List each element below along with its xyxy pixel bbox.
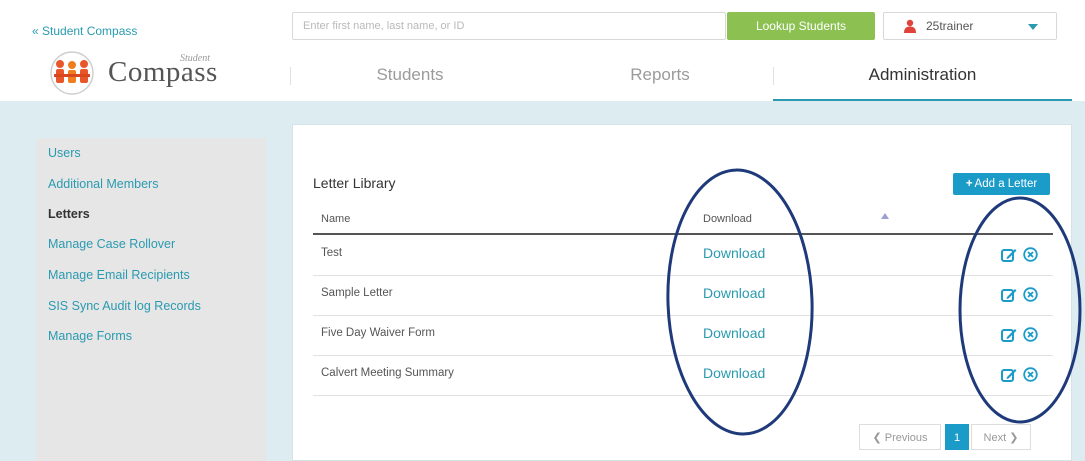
student-search-input[interactable] <box>292 12 726 40</box>
previous-page-button[interactable]: ❮ Previous <box>859 424 941 450</box>
page-number-button[interactable]: 1 <box>945 424 969 450</box>
next-label: Next <box>983 432 1007 444</box>
letter-name: Calvert Meeting Summary <box>321 367 454 379</box>
chevron-right-icon: ❯ <box>1006 432 1019 444</box>
admin-sidebar: Users Additional Members Letters Manage … <box>36 138 266 461</box>
letter-name: Sample Letter <box>321 287 393 299</box>
student-compass-logo[interactable]: Student Compass <box>46 50 236 100</box>
table-row: Five Day Waiver Form Download <box>313 315 1053 356</box>
app-header: « Student Compass Student Compass Lookup… <box>0 0 1085 101</box>
chevron-down-icon <box>1028 24 1038 30</box>
logo-wordmark: Compass <box>108 56 218 88</box>
user-menu-dropdown[interactable]: 25trainer <box>883 12 1057 40</box>
table-row: Sample Letter Download <box>313 275 1053 316</box>
column-header-download[interactable]: Download <box>703 213 752 225</box>
letter-name: Five Day Waiver Form <box>321 327 435 339</box>
delete-icon[interactable] <box>1023 367 1038 382</box>
column-header-name[interactable]: Name <box>321 213 350 225</box>
delete-icon[interactable] <box>1023 327 1038 342</box>
edit-icon[interactable] <box>1001 247 1017 263</box>
sort-ascending-icon[interactable] <box>881 213 889 219</box>
letter-name: Test <box>321 247 343 259</box>
sidebar-item-manage-case-rollover[interactable]: Manage Case Rollover <box>48 237 175 251</box>
next-page-button[interactable]: Next ❯ <box>971 424 1031 450</box>
user-icon <box>904 19 916 33</box>
delete-icon[interactable] <box>1023 247 1038 262</box>
plus-icon: + <box>965 178 973 190</box>
sidebar-item-manage-email-recipients[interactable]: Manage Email Recipients <box>48 268 190 282</box>
lookup-students-button[interactable]: Lookup Students <box>727 12 875 40</box>
tab-students[interactable]: Students <box>290 55 530 99</box>
sidebar-item-additional-members[interactable]: Additional Members <box>48 177 158 191</box>
tab-reports[interactable]: Reports <box>540 55 780 99</box>
user-name-label: 25trainer <box>926 19 974 33</box>
sidebar-item-manage-forms[interactable]: Manage Forms <box>48 329 132 343</box>
edit-icon[interactable] <box>1001 367 1017 383</box>
edit-icon[interactable] <box>1001 287 1017 303</box>
table-row: Test Download <box>313 235 1053 276</box>
family-logo-icon <box>50 51 94 95</box>
back-link[interactable]: « Student Compass <box>32 24 137 38</box>
letter-library-panel: Letter Library + Add a Letter Name Downlo… <box>292 124 1072 461</box>
download-link[interactable]: Download <box>703 285 765 301</box>
download-link[interactable]: Download <box>703 365 765 381</box>
table-row: Calvert Meeting Summary Download <box>313 355 1053 396</box>
download-link[interactable]: Download <box>703 245 765 261</box>
main-nav-tabs: Students Reports Administration <box>290 55 1072 101</box>
tab-divider <box>290 67 291 85</box>
delete-icon[interactable] <box>1023 287 1038 302</box>
sidebar-item-letters[interactable]: Letters <box>48 207 90 221</box>
tab-administration[interactable]: Administration <box>773 55 1072 101</box>
previous-label: Previous <box>884 432 928 444</box>
page-title: Letter Library <box>313 175 396 191</box>
sidebar-item-sis-sync-audit-log[interactable]: SIS Sync Audit log Records <box>48 299 201 313</box>
sidebar-item-users[interactable]: Users <box>48 146 81 160</box>
chevron-left-icon: ❮ <box>872 432 885 444</box>
add-letter-label: Add a Letter <box>974 178 1038 190</box>
edit-icon[interactable] <box>1001 327 1017 343</box>
add-letter-button[interactable]: + Add a Letter <box>953 173 1050 195</box>
download-link[interactable]: Download <box>703 325 765 341</box>
